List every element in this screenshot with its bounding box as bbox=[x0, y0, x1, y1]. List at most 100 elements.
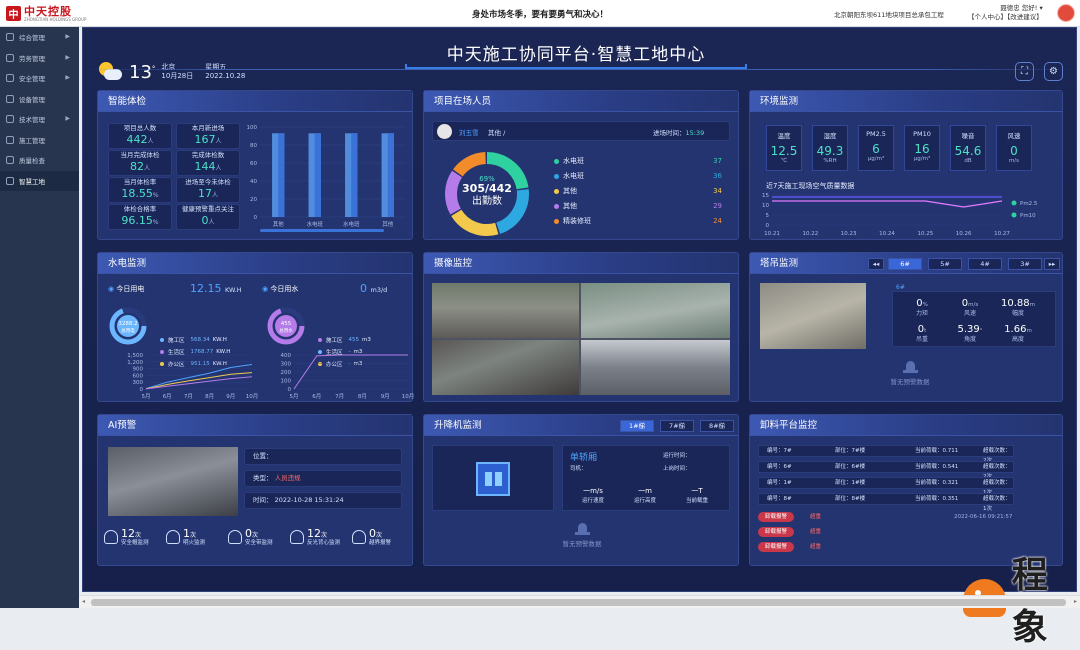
chevron-right-icon: ▶ bbox=[65, 115, 70, 122]
tab-elevator-1[interactable]: 7#梯 bbox=[660, 420, 694, 432]
unload-pos: 部位：6#楼 bbox=[835, 464, 866, 470]
tower-crane-panel: 塔吊监测 ◂◂ 6# 5# 4# 3# ▸▸ 6# 0% 力矩 0m/s 风速 10.88m 幅度 0… bbox=[749, 252, 1063, 402]
fire-icon bbox=[166, 529, 180, 544]
tab-tower-1[interactable]: 5# bbox=[928, 258, 962, 270]
sidebar-item-4[interactable]: 技术管理 ▶ bbox=[0, 109, 79, 130]
x-tick-label: 5月 bbox=[142, 393, 151, 400]
stat-value: 442人 bbox=[126, 132, 154, 146]
stat-label: 本月新进场 bbox=[191, 124, 225, 132]
horizontal-scrollbar[interactable]: ◂ ▸ bbox=[79, 595, 1080, 608]
legend-dot bbox=[554, 218, 559, 224]
x-tick-label: 9月 bbox=[226, 393, 235, 400]
weekday-label: 星期五 bbox=[205, 62, 227, 71]
ring-value: 455 bbox=[281, 321, 292, 327]
y-tick-label: 900 bbox=[133, 367, 144, 373]
stat-card: 当月体检率 18.55% bbox=[108, 177, 172, 203]
worker-team: 其他 / bbox=[488, 129, 506, 137]
table-row[interactable]: 编号：7#部位：7#楼当前荷载：0.711超载次数：2次 bbox=[758, 445, 1014, 464]
tab-tower-2[interactable]: 4# bbox=[968, 258, 1002, 270]
stat-card: 完成体检数 144人 bbox=[176, 150, 240, 176]
env-label: PM10 bbox=[913, 130, 931, 138]
stat-card: 当月完成体检 82人 bbox=[108, 150, 172, 176]
fullscreen-button[interactable]: ⛶ bbox=[1015, 62, 1034, 81]
siren-icon bbox=[574, 521, 590, 535]
y-tick-label: 0 bbox=[140, 387, 144, 393]
ai-position-field: 位置： bbox=[244, 448, 402, 465]
table-row[interactable]: 编号：8# 部位：8#楼 当前荷载：0.351 超载次数：1次 bbox=[758, 493, 1014, 512]
camera-feed-2[interactable] bbox=[581, 283, 730, 338]
sidebar-item-7[interactable]: 智慧工地 bbox=[0, 170, 79, 191]
boundary-icon bbox=[352, 529, 366, 544]
avatar[interactable] bbox=[1057, 4, 1075, 22]
sidebar-item-2[interactable]: 安全管理 ▶ bbox=[0, 68, 79, 89]
sidebar-item-0[interactable]: 综合管理 ▶ bbox=[0, 27, 79, 48]
stat-card: 本月新进场 167人 bbox=[176, 123, 240, 149]
project-selector[interactable]: 北京朝阳东坝611地块项目总承包工程 bbox=[834, 9, 944, 19]
sidebar-item-label: 综合管理 bbox=[19, 34, 45, 43]
ai-count-item: 12次 安全帽监测 bbox=[104, 527, 164, 547]
tower-prev-button[interactable]: ◂◂ bbox=[868, 258, 884, 270]
camera-feed-1[interactable] bbox=[432, 283, 579, 338]
env-value: 16 bbox=[914, 142, 930, 156]
y-tick-label: 80 bbox=[250, 143, 257, 149]
user-dropdown-icon[interactable]: ▾ bbox=[1039, 4, 1042, 12]
table-row[interactable]: 编号：1#部位：1#楼当前荷载：0.321超载次数：1次 bbox=[758, 477, 1014, 496]
env-card: PM2.5 6 μg/m³ bbox=[858, 125, 894, 171]
sidebar-item-label: 设备管理 bbox=[19, 95, 45, 104]
tower-next-button[interactable]: ▸▸ bbox=[1044, 258, 1060, 270]
table-row[interactable]: 编号：6#部位：6#楼当前荷载：0.541超载次数：2次 bbox=[758, 461, 1014, 480]
ai-snapshot-image[interactable] bbox=[108, 447, 238, 516]
series-line bbox=[772, 200, 1003, 208]
alarm-row[interactable]: 卸载报警 超重 2022-06-16 09:21:57 bbox=[758, 512, 1014, 523]
stat-label: 当月完成体检 bbox=[120, 151, 160, 159]
today-water-value: 0 m3/d bbox=[360, 282, 388, 295]
unload-no: 编号：8# bbox=[767, 496, 792, 502]
tab-tower-0[interactable]: 6# bbox=[888, 258, 922, 270]
sidebar-item-1[interactable]: 劳务管理 ▶ bbox=[0, 48, 79, 69]
attendance-total: 305/442 bbox=[462, 182, 512, 196]
x-tick-label: 10.26 bbox=[956, 231, 972, 237]
camera-feed-4[interactable] bbox=[581, 340, 730, 395]
sidebar-item-label: 安全管理 bbox=[19, 75, 45, 84]
settings-button[interactable]: ⚙ bbox=[1044, 62, 1063, 81]
camera-feed-3[interactable] bbox=[432, 340, 579, 395]
ring-value: 3288.2 bbox=[118, 321, 137, 327]
legend-label: Pm10 bbox=[1020, 213, 1036, 219]
utility-label: 施工区 bbox=[168, 338, 185, 344]
tower-metric: 10.88m 幅度 bbox=[994, 297, 1042, 318]
weather-widget: 13° 北京10月28日 星期五2022.10.28 bbox=[97, 61, 245, 83]
tab-elevator-2[interactable]: 8#梯 bbox=[700, 420, 734, 432]
tower-crane-camera[interactable] bbox=[760, 283, 866, 349]
bar-shade bbox=[351, 133, 358, 217]
tab-elevator-0[interactable]: 1#梯 bbox=[620, 420, 654, 432]
legend-item: 水电班 37 bbox=[554, 156, 722, 166]
scrollbar-thumb[interactable] bbox=[91, 599, 1066, 606]
legend-label: 水电班 bbox=[563, 172, 584, 180]
weather-weekday: 星期五 2022.10.28 bbox=[205, 63, 245, 81]
menu-item-icon bbox=[6, 135, 14, 144]
x-tick-label: 其他 bbox=[382, 220, 394, 228]
chevron-right-icon: ▶ bbox=[65, 33, 70, 40]
legend-label: 水电班 bbox=[563, 157, 584, 165]
scroll-left-icon[interactable]: ◂ bbox=[82, 598, 85, 605]
tower-crane-label: 6# bbox=[896, 284, 905, 291]
weather-temperature: 13° bbox=[129, 61, 155, 83]
y-tick-label: 100 bbox=[281, 379, 292, 385]
today-electricity-label: ◉ 今日用电 bbox=[108, 285, 145, 293]
x-tick-label: 10月 bbox=[402, 393, 414, 400]
ai-count-label: 安全帽监测 bbox=[121, 540, 149, 547]
scroll-right-icon[interactable]: ▸ bbox=[1074, 598, 1077, 605]
env-card: PM10 16 μg/m³ bbox=[904, 125, 940, 171]
stat-value: 18.55% bbox=[121, 186, 159, 200]
camera-grid[interactable] bbox=[432, 283, 730, 395]
tab-tower-3[interactable]: 3# bbox=[1008, 258, 1042, 270]
sidebar-item-6[interactable]: 质量检查 bbox=[0, 150, 79, 171]
attendance-label: 出勤数 bbox=[472, 195, 502, 207]
sidebar-item-5[interactable]: 施工管理 bbox=[0, 130, 79, 151]
user-links[interactable]: 【个人中心】【改进建议】 bbox=[968, 13, 1043, 22]
alarm-row[interactable]: 卸载报警 超重 bbox=[758, 527, 1014, 538]
stat-label: 完成体检数 bbox=[191, 151, 225, 159]
sidebar-item-3[interactable]: 设备管理 bbox=[0, 89, 79, 110]
env-unit: m/s bbox=[1008, 158, 1020, 164]
sidebar-item-label: 施工管理 bbox=[19, 136, 45, 145]
